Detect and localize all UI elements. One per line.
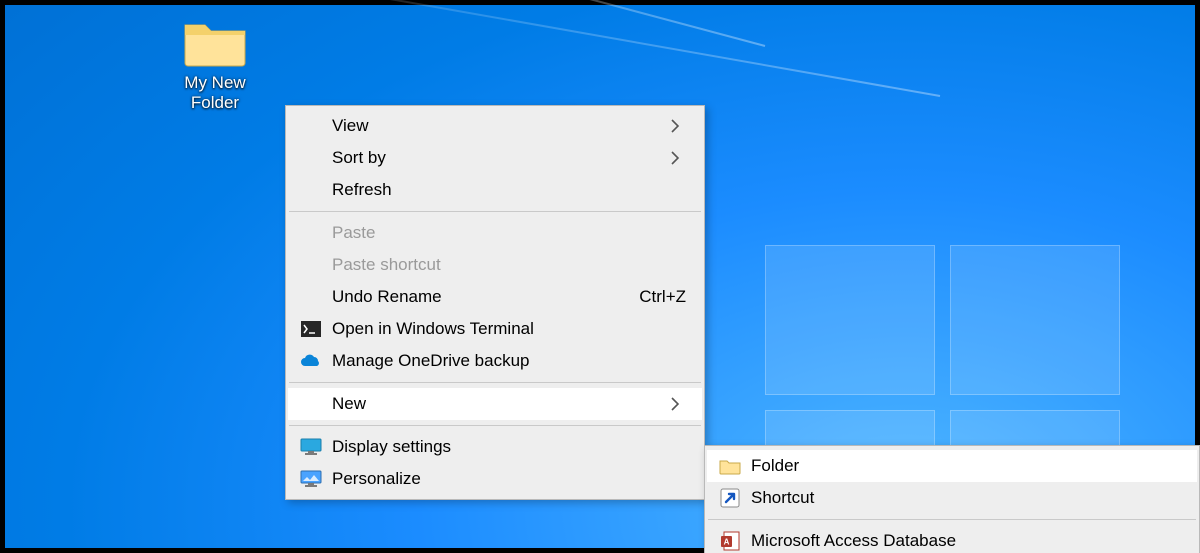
menu-separator <box>708 519 1196 520</box>
menu-item-manage-onedrive[interactable]: Manage OneDrive backup <box>288 345 702 377</box>
wallpaper-ray <box>19 0 940 97</box>
menu-item-paste-shortcut: Paste shortcut <box>288 249 702 281</box>
submenu-item-shortcut[interactable]: Shortcut <box>707 482 1197 514</box>
desktop-context-menu: View Sort by Refresh Paste Paste shortcu… <box>285 105 705 500</box>
blank-icon <box>298 393 324 415</box>
menu-separator <box>289 382 701 383</box>
menu-item-refresh[interactable]: Refresh <box>288 174 702 206</box>
menu-item-label: View <box>332 116 654 136</box>
folder-icon <box>717 455 743 477</box>
wallpaper-ray <box>31 0 766 47</box>
menu-item-label: Paste <box>332 223 686 243</box>
menu-item-new[interactable]: New <box>288 388 702 420</box>
menu-item-sort-by[interactable]: Sort by <box>288 142 702 174</box>
menu-item-label: Personalize <box>332 469 686 489</box>
menu-item-label: Undo Rename <box>332 287 609 307</box>
blank-icon <box>298 254 324 276</box>
wallpaper-logo-pane <box>765 245 935 395</box>
onedrive-icon <box>298 350 324 372</box>
menu-separator <box>289 211 701 212</box>
terminal-icon <box>298 318 324 340</box>
menu-item-paste: Paste <box>288 217 702 249</box>
blank-icon <box>298 286 324 308</box>
menu-item-label: Sort by <box>332 148 654 168</box>
menu-item-label: Open in Windows Terminal <box>332 319 686 339</box>
menu-item-display-settings[interactable]: Display settings <box>288 431 702 463</box>
shortcut-icon <box>717 487 743 509</box>
blank-icon <box>298 115 324 137</box>
menu-item-label: Folder <box>751 456 1181 476</box>
blank-icon <box>298 222 324 244</box>
menu-item-label: Display settings <box>332 437 686 457</box>
menu-item-label: Shortcut <box>751 488 1181 508</box>
menu-item-label: Microsoft Access Database <box>751 531 1181 551</box>
display-icon <box>298 436 324 458</box>
menu-separator <box>289 425 701 426</box>
submenu-item-folder[interactable]: Folder <box>707 450 1197 482</box>
svg-text:A: A <box>724 538 730 547</box>
menu-item-view[interactable]: View <box>288 110 702 142</box>
access-icon: A <box>717 530 743 552</box>
chevron-right-icon <box>670 119 686 133</box>
folder-icon <box>182 17 248 67</box>
menu-item-personalize[interactable]: Personalize <box>288 463 702 495</box>
chevron-right-icon <box>670 397 686 411</box>
new-submenu: Folder Shortcut A Microsoft Access Datab… <box>704 445 1200 553</box>
blank-icon <box>298 147 324 169</box>
menu-item-label: Paste shortcut <box>332 255 686 275</box>
wallpaper-logo-pane <box>950 245 1120 395</box>
menu-item-label: Manage OneDrive backup <box>332 351 686 371</box>
menu-item-open-terminal[interactable]: Open in Windows Terminal <box>288 313 702 345</box>
submenu-item-access-db[interactable]: A Microsoft Access Database <box>707 525 1197 553</box>
menu-item-label: New <box>332 394 654 414</box>
blank-icon <box>298 179 324 201</box>
desktop-folder-item[interactable]: My NewFolder <box>160 17 270 112</box>
menu-item-undo-rename[interactable]: Undo Rename Ctrl+Z <box>288 281 702 313</box>
menu-item-label: Refresh <box>332 180 686 200</box>
desktop-folder-label: My NewFolder <box>160 73 270 112</box>
menu-item-accelerator: Ctrl+Z <box>639 287 686 307</box>
desktop[interactable]: My NewFolder View Sort by Refresh Paste <box>0 0 1200 553</box>
personalize-icon <box>298 468 324 490</box>
chevron-right-icon <box>670 151 686 165</box>
